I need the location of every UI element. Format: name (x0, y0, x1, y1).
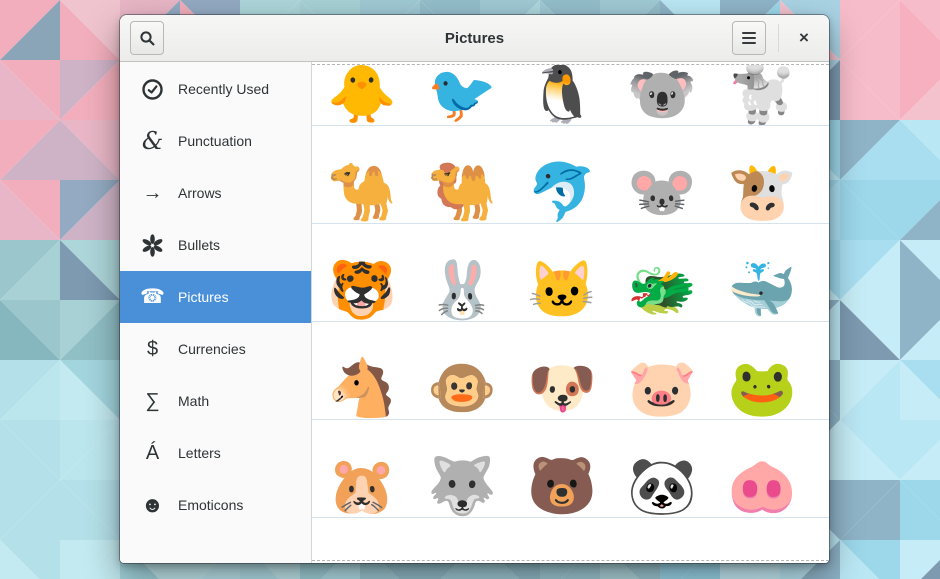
character-bear-face[interactable]: 🐻 (512, 420, 612, 517)
sidebar-item-letters[interactable]: Á Letters (120, 427, 311, 479)
sidebar-item-arrows[interactable]: → Arrows (120, 167, 311, 219)
category-sidebar: Recently Used&Punctuation→ArrowsBullets☎… (120, 62, 312, 563)
character-dragon-face[interactable]: 🐲 (612, 224, 712, 321)
sidebar-item-label: Currencies (178, 341, 246, 357)
sidebar-item-label: Punctuation (178, 133, 252, 149)
character-grid: 🐥🐦🐧🐨🐩🐪🐫🐬🐭🐮🐯🐰🐱🐲🐳🐴🐵🐶🐷🐸🐹🐺🐻🐼🐽 (312, 65, 829, 518)
sidebar-item-math[interactable]: ∑ Math (120, 375, 311, 427)
grid-bottom-spacer (312, 518, 829, 560)
character-frog-face[interactable]: 🐸 (712, 322, 812, 419)
sidebar-item-label: Recently Used (178, 81, 269, 97)
character-bactrian-camel[interactable]: 🐫 (412, 126, 512, 223)
character-bird[interactable]: 🐦 (412, 65, 512, 125)
character-spouting-whale[interactable]: 🐳 (712, 224, 812, 321)
headerbar: Pictures × (120, 15, 829, 62)
sidebar-item-label: Letters (178, 445, 221, 461)
scroll-undershoot-bottom (312, 560, 829, 561)
clock-icon (139, 78, 166, 101)
sidebar-item-label: Bullets (178, 237, 220, 253)
character-panda-face[interactable]: 🐼 (612, 420, 712, 517)
character-koala[interactable]: 🐨 (612, 65, 712, 125)
window-body: Recently Used&Punctuation→ArrowsBullets☎… (120, 62, 829, 563)
accented-letter-icon: Á (139, 443, 166, 463)
sidebar-item-currencies[interactable]: $ Currencies (120, 323, 311, 375)
sidebar-item-recently-used[interactable]: Recently Used (120, 63, 311, 115)
character-mouse-face[interactable]: 🐭 (612, 126, 712, 223)
character-wolf-face[interactable]: 🐺 (412, 420, 512, 517)
search-button[interactable] (130, 21, 164, 55)
character-row: 🐥🐦🐧🐨🐩 (312, 65, 829, 126)
smiley-icon: ☻ (139, 494, 166, 516)
sidebar-item-punctuation[interactable]: &Punctuation (120, 115, 311, 167)
character-row: 🐹🐺🐻🐼🐽 (312, 420, 829, 518)
character-row: 🐪🐫🐬🐭🐮 (312, 126, 829, 224)
sigma-icon: ∑ (139, 391, 166, 411)
arrow-right-icon: → (139, 183, 166, 203)
sidebar-item-bullets[interactable]: Bullets (120, 219, 311, 271)
dollar-icon: $ (139, 339, 166, 359)
ampersand-icon: & (139, 129, 166, 153)
character-pig-face[interactable]: 🐷 (612, 322, 712, 419)
sidebar-item-label: Emoticons (178, 497, 243, 513)
character-dromedary-camel[interactable]: 🐪 (312, 126, 412, 223)
characters-app-window: Pictures × Recently Used&Punctuation→Arr… (120, 15, 829, 563)
character-tiger-face[interactable]: 🐯 (312, 224, 412, 321)
character-rabbit-face[interactable]: 🐰 (412, 224, 512, 321)
sidebar-item-label: Pictures (178, 289, 229, 305)
character-front-facing-baby-chick[interactable]: 🐥 (312, 65, 412, 125)
character-horse-face[interactable]: 🐴 (312, 322, 412, 419)
character-penguin[interactable]: 🐧 (512, 65, 612, 125)
sidebar-item-label: Arrows (178, 185, 222, 201)
sidebar-item-pictures[interactable]: ☎ Pictures (120, 271, 311, 323)
character-monkey-face[interactable]: 🐵 (412, 322, 512, 419)
headerbar-separator (778, 24, 779, 52)
character-dolphin[interactable]: 🐬 (512, 126, 612, 223)
sidebar-item-emoticons[interactable]: ☻ Emoticons (120, 479, 311, 531)
character-cow-face[interactable]: 🐮 (712, 126, 812, 223)
telephone-icon: ☎ (139, 287, 166, 307)
character-row: 🐴🐵🐶🐷🐸 (312, 322, 829, 420)
window-title: Pictures (120, 30, 829, 47)
character-cat-face[interactable]: 🐱 (512, 224, 612, 321)
character-pig-nose[interactable]: 🐽 (712, 420, 812, 517)
menu-button[interactable] (732, 21, 766, 55)
asterisk-icon (139, 234, 166, 257)
character-grid-area: 🐥🐦🐧🐨🐩🐪🐫🐬🐭🐮🐯🐰🐱🐲🐳🐴🐵🐶🐷🐸🐹🐺🐻🐼🐽 (312, 62, 829, 563)
character-poodle[interactable]: 🐩 (712, 65, 812, 125)
search-icon (139, 30, 156, 47)
character-row: 🐯🐰🐱🐲🐳 (312, 224, 829, 322)
character-dog-face[interactable]: 🐶 (512, 322, 612, 419)
menu-icon (742, 32, 756, 44)
close-icon: × (799, 28, 809, 48)
character-hamster-face[interactable]: 🐹 (312, 420, 412, 517)
sidebar-item-label: Math (178, 393, 209, 409)
close-button[interactable]: × (789, 23, 819, 53)
